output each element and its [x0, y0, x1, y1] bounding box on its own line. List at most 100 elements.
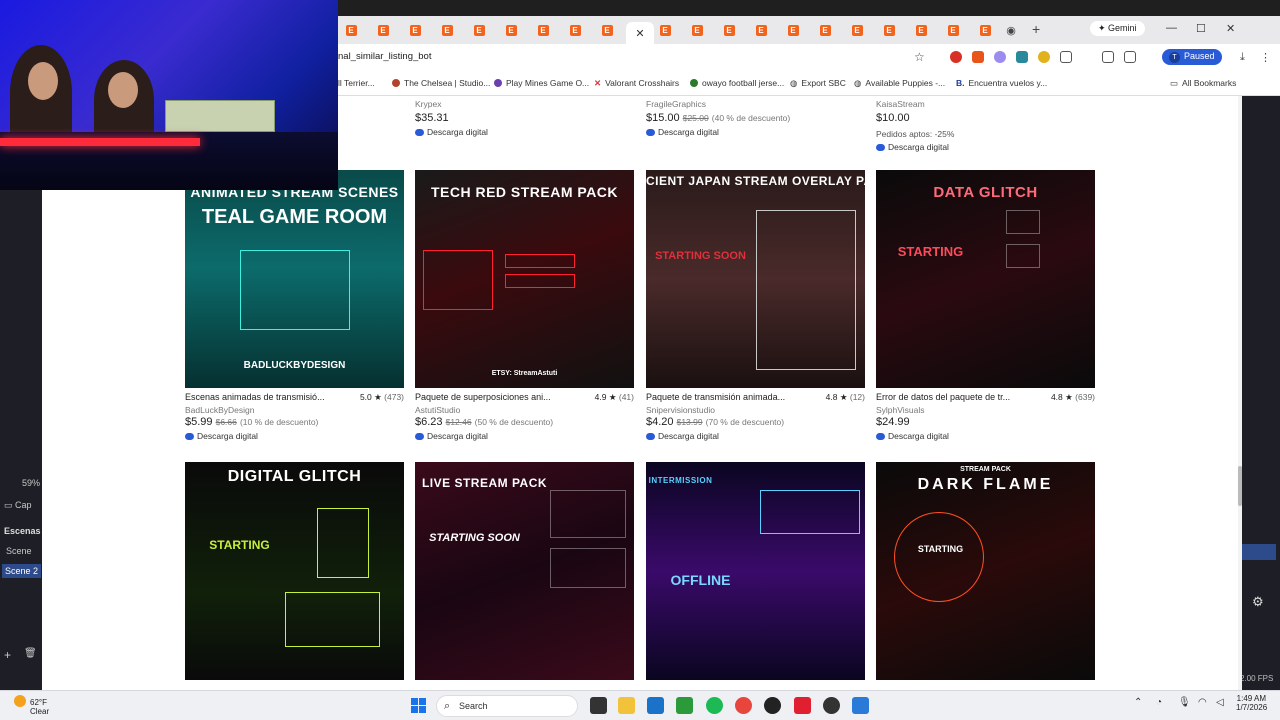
product-thumbnail[interactable]: STREAM PACK DARK FLAME STARTING	[876, 462, 1095, 680]
browser-tab[interactable]: ◉	[1000, 22, 1022, 38]
browser-tab[interactable]: E	[942, 22, 964, 38]
bookmark-star-icon[interactable]: ☆	[914, 50, 925, 64]
browser-tab[interactable]: E	[846, 22, 868, 38]
product-thumbnail[interactable]: DATA GLITCH STARTING	[876, 170, 1095, 388]
file-explorer-icon[interactable]	[618, 697, 635, 714]
shop-name[interactable]: FragileGraphics	[646, 99, 706, 109]
download-icon[interactable]: ⤓	[1240, 51, 1245, 63]
sidepanel-icon[interactable]	[1102, 51, 1114, 63]
product-name[interactable]: Paquete de superposiciones ani...	[415, 392, 565, 402]
bookmark-item[interactable]: Play Mines Game O...	[494, 78, 589, 88]
browser-tab[interactable]: E	[468, 22, 490, 38]
minecraft-icon[interactable]	[676, 697, 693, 714]
extension-icon[interactable]	[950, 51, 962, 63]
browser-tab-active[interactable]: ✕	[626, 22, 654, 44]
browser-tab[interactable]: E	[372, 22, 394, 38]
browser-tab[interactable]: E	[340, 22, 362, 38]
wifi-icon[interactable]: ◠	[1198, 697, 1207, 708]
chrome-icon[interactable]	[735, 697, 752, 714]
bookmark-item[interactable]: ◍ Export SBC	[790, 78, 846, 89]
close-tab-icon[interactable]: ✕	[635, 27, 644, 40]
browser-tab[interactable]: E	[532, 22, 554, 38]
product-thumbnail[interactable]: INTERMISSION OFFLINE	[646, 462, 865, 680]
trash-icon[interactable]: 🗑	[24, 648, 37, 659]
browser-tab[interactable]: E	[596, 22, 618, 38]
obs-scene-item[interactable]: Scene	[6, 546, 32, 556]
maximize-button[interactable]: ☐	[1196, 22, 1206, 35]
page-scrollbar[interactable]	[1238, 96, 1242, 690]
browser-tab[interactable]: E	[878, 22, 900, 38]
shop-name[interactable]: SylphVisuals	[876, 405, 925, 415]
obs-scene-item-active[interactable]: Scene 2	[2, 564, 42, 578]
profile-switch-icon[interactable]	[1124, 51, 1136, 63]
volume-icon[interactable]: ◁	[1216, 697, 1224, 708]
windows-start-icon[interactable]	[411, 698, 426, 713]
address-bar[interactable]: nal_similar_listing_bot	[338, 51, 431, 62]
clock[interactable]: 1:49 AM 1/7/2026	[1236, 694, 1267, 712]
extension-icon[interactable]	[1038, 51, 1050, 63]
app-icon[interactable]	[852, 697, 869, 714]
browser-tab[interactable]: E	[750, 22, 772, 38]
mic-icon[interactable]: 🎙	[1178, 697, 1191, 708]
product-thumbnail[interactable]: TECH RED STREAM PACK ETSY: StreamAstuti	[415, 170, 634, 388]
bookmark-item[interactable]: B. Encuentra vuelos y...	[956, 78, 1047, 88]
product-name[interactable]: Paquete de transmisión animada...	[646, 392, 796, 402]
task-view-icon[interactable]	[590, 697, 607, 714]
product-name[interactable]: Escenas animadas de transmisió...	[185, 392, 335, 402]
extension-icon[interactable]	[1016, 51, 1028, 63]
taskbar-search[interactable]: ⌕ Search	[436, 695, 578, 717]
browser-tab[interactable]: E	[404, 22, 426, 38]
network-icon[interactable]: ◔	[1156, 697, 1162, 708]
browser-tab[interactable]: E	[436, 22, 458, 38]
shop-name[interactable]: KaisaStream	[876, 99, 925, 109]
extension-icon[interactable]	[972, 51, 984, 63]
product-thumbnail[interactable]: ANIMATED STREAM SCENES TEAL GAME ROOM BA…	[185, 170, 404, 388]
cloud-download-icon	[415, 433, 424, 440]
gemini-button[interactable]: ✦ Gemini	[1090, 21, 1145, 36]
product-thumbnail[interactable]: DIGITAL GLITCH STARTING	[185, 462, 404, 680]
browser-tab[interactable]: E	[564, 22, 586, 38]
bookmark-item[interactable]: The Chelsea | Studio...	[392, 78, 490, 88]
browser-tab[interactable]: E	[910, 22, 932, 38]
all-bookmarks-button[interactable]: ▭ All Bookmarks	[1170, 78, 1236, 89]
tray-chevron-icon[interactable]: ⌃	[1134, 697, 1142, 708]
cloud-download-icon	[876, 144, 885, 151]
bookmark-item[interactable]: ✕ Valorant Crosshairs	[594, 78, 679, 89]
profile-button[interactable]: T Paused	[1162, 49, 1222, 65]
spotify-icon[interactable]	[706, 697, 723, 714]
browser-tab[interactable]: E	[654, 22, 676, 38]
shop-name[interactable]: AstutiStudio	[415, 405, 460, 415]
minimize-button[interactable]: —	[1166, 22, 1177, 34]
bookmark-item[interactable]: ◍ Available Puppies -...	[854, 78, 945, 89]
browser-tab[interactable]: E	[974, 22, 996, 38]
app-icon[interactable]	[794, 697, 811, 714]
gear-icon[interactable]: ⚙	[1252, 594, 1264, 610]
browser-tab[interactable]: E	[686, 22, 708, 38]
thumbnail-decor	[285, 592, 380, 647]
app-icon[interactable]	[823, 697, 840, 714]
close-window-button[interactable]: ✕	[1226, 22, 1235, 35]
menu-dots-icon[interactable]: ⋮	[1260, 51, 1271, 64]
new-tab-button[interactable]: +	[1032, 21, 1040, 37]
price: $4.20 $13.99 (70 % de descuento)	[646, 416, 785, 428]
browser-tab[interactable]: E	[718, 22, 740, 38]
product-thumbnail[interactable]: CIENT JAPAN STREAM OVERLAY PA STARTING S…	[646, 170, 865, 388]
bookmark-item[interactable]: owayo football jerse...	[690, 78, 784, 88]
scrollbar-thumb[interactable]	[1238, 466, 1242, 506]
shop-name[interactable]: BadLuckByDesign	[185, 405, 254, 415]
obs-icon[interactable]	[764, 697, 781, 714]
product-thumbnail[interactable]: LIVE STREAM PACK STARTING SOON	[415, 462, 634, 680]
add-scene-icon[interactable]: +	[4, 648, 11, 662]
shop-name[interactable]: Krypex	[415, 99, 441, 109]
bookmark-item[interactable]: ll Terrier...	[338, 78, 375, 88]
store-icon[interactable]	[647, 697, 664, 714]
browser-tab[interactable]: E	[814, 22, 836, 38]
puzzle-icon[interactable]	[1060, 51, 1072, 63]
weather-widget[interactable]: 62°F Clear	[14, 695, 49, 716]
product-name[interactable]: Error de datos del paquete de tr...	[876, 392, 1026, 402]
browser-tab[interactable]: E	[782, 22, 804, 38]
browser-tab[interactable]: E	[500, 22, 522, 38]
extension-icon[interactable]	[994, 51, 1006, 63]
shop-name[interactable]: Snipervisionstudio	[646, 405, 715, 415]
obs-capture-label[interactable]: ▭ Cap	[4, 500, 32, 511]
